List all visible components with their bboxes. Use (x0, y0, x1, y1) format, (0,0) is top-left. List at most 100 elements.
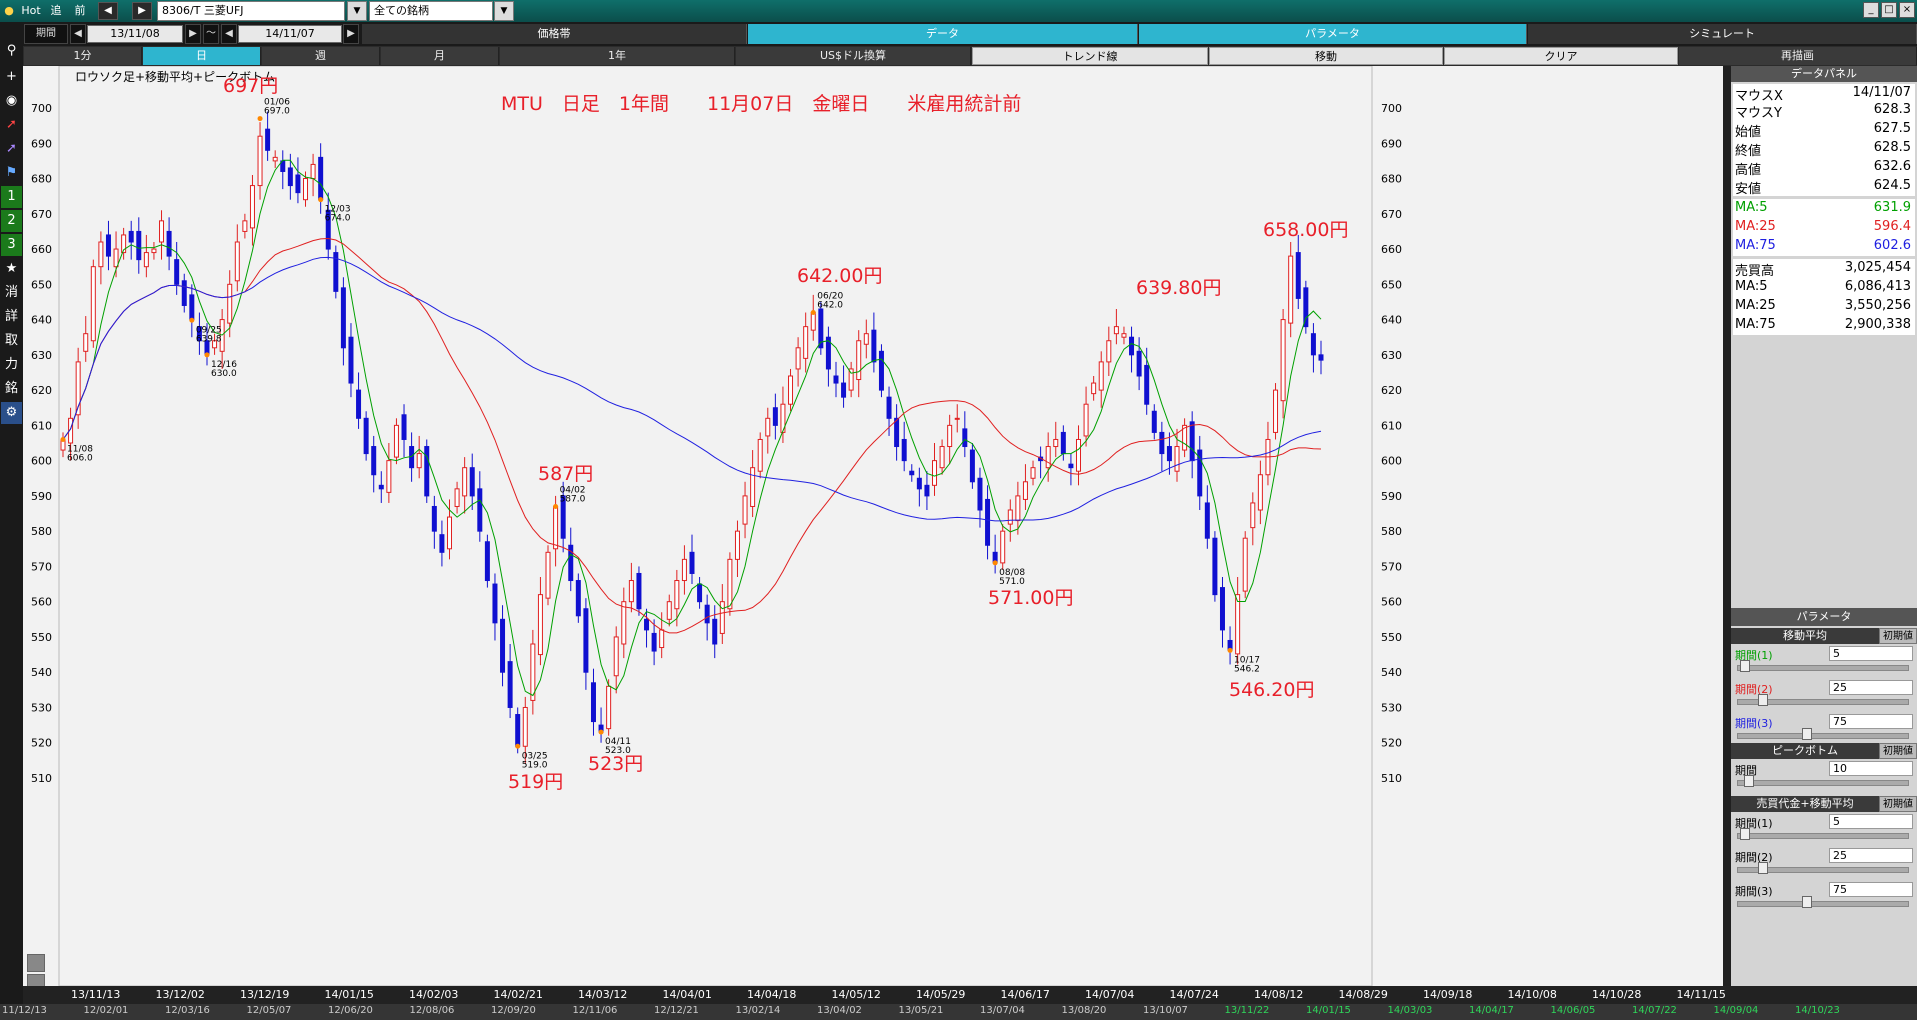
star-icon[interactable]: ★ (1, 258, 22, 280)
param-slider[interactable] (1737, 694, 1909, 706)
candle-body (446, 516, 452, 550)
flag-icon[interactable]: ⚑ (1, 162, 22, 184)
param-slider[interactable] (1737, 862, 1909, 874)
gear-icon[interactable]: ⚙ (1, 402, 22, 424)
symbol-input[interactable]: 8306/T 三菱UFJ (157, 1, 345, 21)
from-date-field[interactable]: 13/11/08 (87, 25, 183, 43)
trade-button[interactable]: 取 (1, 330, 22, 352)
tab-1min[interactable]: 1分 (24, 47, 142, 65)
chart-line-icon[interactable]: ➚ (1, 114, 22, 136)
num3-button[interactable]: 3 (1, 234, 22, 256)
crosshair-icon[interactable]: + (1, 66, 22, 88)
param-slider[interactable] (1737, 775, 1909, 787)
candle-body (894, 417, 900, 448)
category-dropdown[interactable]: ▼ (494, 1, 514, 21)
chart-mini-icon-1[interactable] (27, 954, 45, 972)
next-symbol-button[interactable]: ▶ (132, 2, 152, 20)
overview-tick: 13/10/07 (1143, 1005, 1188, 1016)
clear-button[interactable]: クリア (1444, 47, 1678, 65)
tab-week[interactable]: 週 (262, 47, 380, 65)
y-tick-label: 610 (31, 419, 52, 432)
candle-body (1242, 537, 1248, 592)
prev-symbol-button[interactable]: ◀ (98, 2, 118, 20)
slider-knob[interactable] (1740, 660, 1750, 672)
param-slider[interactable] (1737, 660, 1909, 672)
param-value-field[interactable]: 5 (1829, 646, 1913, 661)
candle-body (606, 685, 612, 730)
to-date-field[interactable]: 14/11/07 (238, 25, 342, 43)
param-value-field[interactable]: 75 (1829, 714, 1913, 729)
param-value-field[interactable]: 5 (1829, 814, 1913, 829)
ma-init-button[interactable]: 初期値 (1879, 628, 1917, 644)
overview-tick: 13/07/04 (980, 1005, 1025, 1016)
period-label: 期間 (24, 24, 68, 44)
pb-init-button[interactable]: 初期値 (1879, 743, 1917, 759)
from-prev-button[interactable]: ◀ (70, 24, 86, 44)
param-value-field[interactable]: 25 (1829, 680, 1913, 695)
tab-parameter[interactable]: パラメータ (1139, 24, 1527, 44)
peak-value: 571.0 (999, 577, 1025, 587)
symbol-button[interactable]: 銘 (1, 378, 22, 400)
redraw-button[interactable]: 再描画 (1679, 47, 1917, 65)
hot-button[interactable]: Hot (18, 0, 44, 22)
camera-icon[interactable]: ◉ (1, 90, 22, 112)
erase-button[interactable]: 消 (1, 282, 22, 304)
candle-body (416, 453, 422, 469)
close-button[interactable]: × (1899, 2, 1915, 18)
ma-param-label: 移動平均 (1731, 628, 1879, 644)
overview-tick: 14/04/17 (1469, 1005, 1514, 1016)
to-next-button[interactable]: ▶ (343, 24, 359, 44)
slider-knob[interactable] (1758, 694, 1768, 706)
tab-1year[interactable]: 1年 (500, 47, 735, 65)
peak-value: 606.0 (67, 453, 93, 463)
power-button[interactable]: 力 (1, 354, 22, 376)
search-icon[interactable]: ⚲ (1, 40, 22, 62)
tab-usd-convert[interactable]: US$ドル換算 (736, 47, 971, 65)
param-slider[interactable] (1737, 828, 1909, 840)
trendline-button[interactable]: トレンド線 (972, 47, 1208, 65)
slider-knob[interactable] (1740, 828, 1750, 840)
tab-price-band[interactable]: 価格帯 (362, 24, 747, 44)
move-button[interactable]: 移動 (1209, 47, 1443, 65)
param-value-field[interactable]: 75 (1829, 882, 1913, 897)
lightbulb-icon[interactable]: ● (2, 0, 16, 22)
chart-line2-icon[interactable]: ➚ (1, 138, 22, 160)
vol-init-button[interactable]: 初期値 (1879, 796, 1917, 812)
tab-simulate[interactable]: シミュレート (1528, 24, 1917, 44)
param-row: 期間 10 (1733, 761, 1915, 777)
x-tick-label: 14/04/18 (747, 988, 797, 1001)
tab-month[interactable]: 月 (381, 47, 499, 65)
category-select[interactable]: 全ての銘柄 (369, 1, 493, 21)
param-value-field[interactable]: 25 (1829, 848, 1913, 863)
num1-button[interactable]: 1 (1, 186, 22, 208)
chart-area[interactable]: ロウソク足+移動平均+ピークボトム MTU 日足 1年間 11月07日 金曜日 … (23, 66, 1723, 992)
tsui-button[interactable]: 追 (46, 0, 66, 22)
param-title: パラメータ (1731, 608, 1917, 626)
slider-knob[interactable] (1802, 728, 1812, 740)
mae-button[interactable]: 前 (70, 0, 90, 22)
slider-knob[interactable] (1744, 775, 1754, 787)
detail-button[interactable]: 詳 (1, 306, 22, 328)
param-slider[interactable] (1737, 728, 1909, 740)
to-prev-button[interactable]: ◀ (221, 24, 237, 44)
candle-body (1000, 530, 1006, 564)
overview-tick: 14/07/22 (1632, 1005, 1677, 1016)
slider-knob[interactable] (1758, 862, 1768, 874)
maximize-button[interactable]: □ (1881, 2, 1897, 18)
minimize-button[interactable]: _ (1863, 2, 1879, 18)
param-value-field[interactable]: 10 (1829, 761, 1913, 776)
from-next-button[interactable]: ▶ (185, 24, 201, 44)
tab-day[interactable]: 日 (143, 47, 261, 65)
tab-data[interactable]: データ (748, 24, 1138, 44)
num2-button[interactable]: 2 (1, 210, 22, 232)
candlestick-chart[interactable]: MTU 日足 1年間 11月07日 金曜日 米雇用統計前 510 520 530 54… (23, 66, 1723, 986)
param-slider[interactable] (1737, 896, 1909, 908)
slider-knob[interactable] (1802, 896, 1812, 908)
candle-body (583, 608, 589, 673)
data-panel-title: データパネル (1731, 66, 1917, 82)
candle-body (553, 505, 559, 550)
peak-value: 697.0 (264, 107, 290, 117)
overview-strip[interactable]: 11/12/13 12/02/01 12/03/16 12/05/07 12/06/20… (0, 1004, 1917, 1020)
candle-body (1235, 594, 1241, 655)
symbol-dropdown[interactable]: ▼ (347, 1, 367, 21)
